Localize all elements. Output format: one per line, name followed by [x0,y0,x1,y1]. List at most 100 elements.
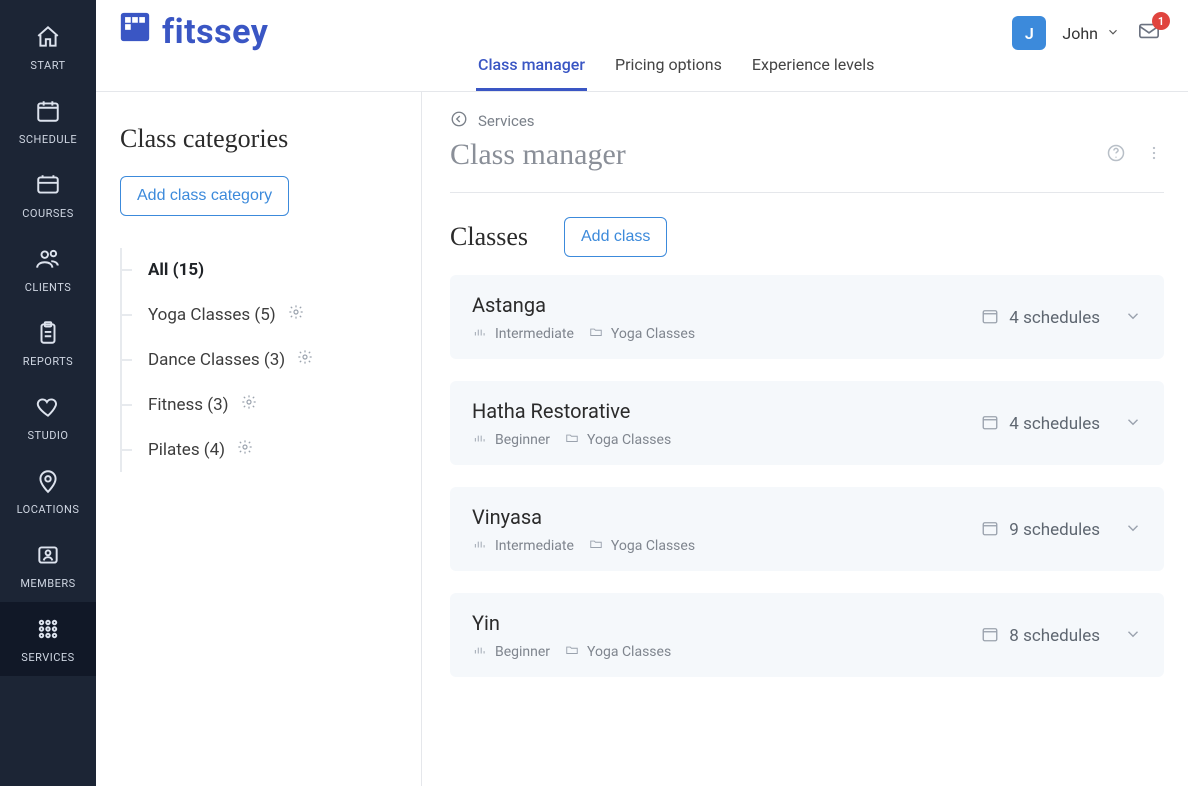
tab-class-manager[interactable]: Class manager [476,55,587,91]
brand-mark-icon [118,10,152,53]
add-category-button[interactable]: Add class category [120,176,289,216]
brand-logo[interactable]: fitssey [118,10,268,53]
chevron-down-icon [1124,625,1142,648]
breadcrumb[interactable]: Services [450,110,1164,132]
nav-label: LOCATIONS [17,503,80,516]
class-level: Intermediate [495,326,574,342]
level-icon [472,643,488,661]
class-schedules: 8 schedules [1009,626,1100,646]
nav-reports[interactable]: REPORTS [0,306,96,380]
pin-icon [35,468,61,497]
nav-members[interactable]: MEMBERS [0,528,96,602]
nav-studio[interactable]: STUDIO [0,380,96,454]
arrow-left-icon [450,110,468,132]
user-avatar[interactable]: J [1012,16,1046,50]
home-icon [35,24,61,53]
category-label: Pilates (4) [148,440,225,460]
sidebar: START SCHEDULE COURSES CLIENTS REPORTS S… [0,0,96,786]
gear-icon[interactable] [288,304,304,325]
nav-label: SCHEDULE [19,133,77,146]
level-icon [472,431,488,449]
class-category: Yoga Classes [611,538,695,554]
level-icon [472,325,488,343]
nav-label: MEMBERS [20,577,75,590]
folder-icon [564,431,580,449]
category-dance[interactable]: Dance Classes (3) [122,337,397,382]
tab-experience-levels[interactable]: Experience levels [750,55,877,91]
category-list: All (15) Yoga Classes (5) Dance Classes … [120,248,397,472]
chevron-down-icon [1124,307,1142,330]
main-panel: Services Class manager Classes Add class [422,92,1188,786]
classes-heading: Classes [450,222,528,252]
topbar: fitssey Class manager Pricing options Ex… [96,0,1188,92]
chevron-down-icon [1106,24,1120,43]
class-card[interactable]: Vinyasa Intermediate Yoga Classes 9 sche… [450,487,1164,571]
calendar-small-icon [981,413,999,436]
heart-icon [35,394,61,423]
folder-icon [588,537,604,555]
nav-label: SERVICES [21,651,74,664]
class-category: Yoga Classes [587,432,671,448]
more-button[interactable] [1144,143,1164,167]
folder-icon [588,325,604,343]
class-level: Beginner [495,432,550,448]
nav-schedule[interactable]: SCHEDULE [0,84,96,158]
nav-start[interactable]: START [0,10,96,84]
category-label: Fitness (3) [148,395,229,415]
calendar-small-icon [981,625,999,648]
class-card[interactable]: Astanga Intermediate Yoga Classes 4 sche… [450,275,1164,359]
id-card-icon [35,542,61,571]
chevron-down-icon [1124,413,1142,436]
class-name: Hatha Restorative [472,399,671,423]
category-pilates[interactable]: Pilates (4) [122,427,397,472]
category-yoga[interactable]: Yoga Classes (5) [122,292,397,337]
calendar-icon [35,98,61,127]
class-category: Yoga Classes [611,326,695,342]
class-name: Yin [472,611,671,635]
folder-icon [564,643,580,661]
category-label: All (15) [148,260,204,280]
notification-badge: 1 [1152,12,1170,30]
clipboard-icon [35,320,61,349]
sub-tabs: Class manager Pricing options Experience… [476,55,876,91]
gear-icon[interactable] [237,439,253,460]
brand-name: fitssey [162,12,268,52]
category-all[interactable]: All (15) [122,248,397,292]
nav-label: CLIENTS [25,281,72,294]
user-menu[interactable]: John [1062,24,1120,43]
calendar-small-icon [981,519,999,542]
nav-locations[interactable]: LOCATIONS [0,454,96,528]
gear-icon[interactable] [297,349,313,370]
mail-icon [1136,27,1162,46]
nav-courses[interactable]: COURSES [0,158,96,232]
user-name: John [1062,24,1098,43]
help-button[interactable] [1106,143,1126,167]
notifications-button[interactable]: 1 [1136,20,1162,46]
class-level: Beginner [495,644,550,660]
gear-icon[interactable] [241,394,257,415]
calendar-small-icon [981,307,999,330]
chevron-down-icon [1124,519,1142,542]
class-card[interactable]: Hatha Restorative Beginner Yoga Classes … [450,381,1164,465]
category-label: Dance Classes (3) [148,350,285,370]
class-name: Vinyasa [472,505,695,529]
categories-panel: Class categories Add class category All … [96,92,422,786]
class-schedules: 4 schedules [1009,414,1100,434]
nav-label: STUDIO [27,429,68,442]
nav-label: REPORTS [23,355,73,368]
categories-heading: Class categories [120,124,397,154]
nav-clients[interactable]: CLIENTS [0,232,96,306]
courses-icon [35,172,61,201]
class-card[interactable]: Yin Beginner Yoga Classes 8 schedules [450,593,1164,677]
breadcrumb-label: Services [478,112,535,130]
clients-icon [35,246,61,275]
grid-icon [35,616,61,645]
category-fitness[interactable]: Fitness (3) [122,382,397,427]
nav-label: COURSES [22,207,73,220]
add-class-button[interactable]: Add class [564,217,667,257]
nav-services[interactable]: SERVICES [0,602,96,676]
class-schedules: 9 schedules [1009,520,1100,540]
tab-pricing-options[interactable]: Pricing options [613,55,724,91]
level-icon [472,537,488,555]
class-name: Astanga [472,293,695,317]
